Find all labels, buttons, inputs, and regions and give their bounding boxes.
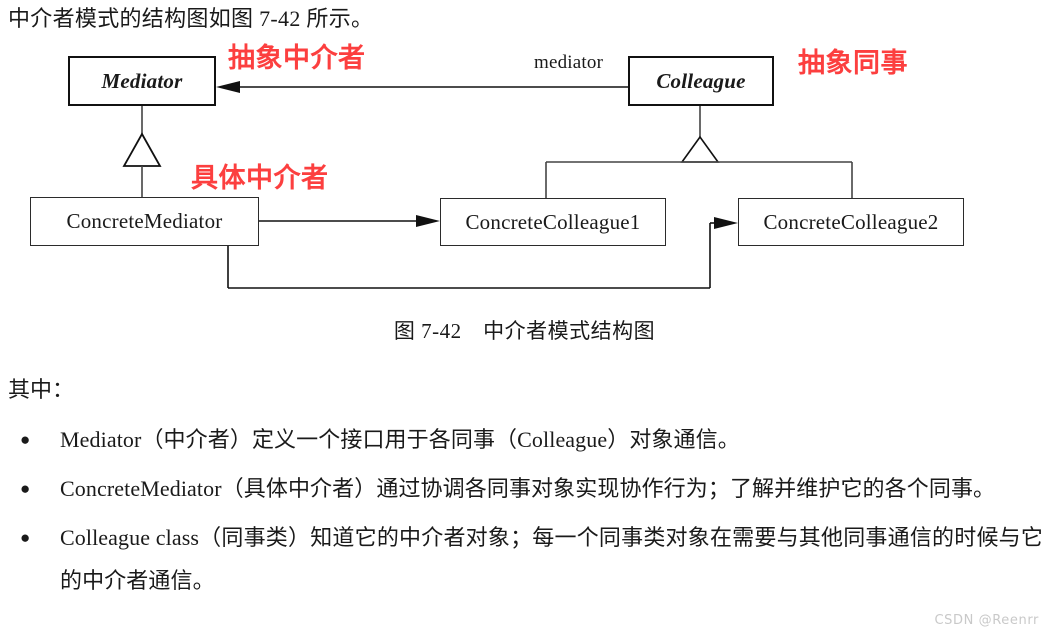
- list-item: ● Colleague class（同事类）知道它的中介者对象；每一个同事类对象…: [8, 516, 1043, 602]
- list-item-text: ConcreteMediator（具体中介者）通过协调各同事对象实现协作行为；了…: [60, 476, 996, 501]
- bullet-marker-icon: ●: [20, 479, 31, 498]
- list-item-text: Mediator（中介者）定义一个接口用于各同事（Colleague）对象通信。: [60, 427, 740, 452]
- figure-caption: 图 7-42 中介者模式结构图: [393, 319, 656, 343]
- document-page: 中介者模式的结构图如图 7-42 所示。 Mediator Colleague …: [0, 0, 1049, 637]
- list-item: ● ConcreteMediator（具体中介者）通过协调各同事对象实现协作行为…: [8, 467, 1043, 510]
- uml-class-concrete-mediator[interactable]: ConcreteMediator: [30, 197, 259, 246]
- annotation-concrete-mediator: 具体中介者: [191, 163, 329, 194]
- association-role-label: mediator: [534, 52, 604, 73]
- annotation-abstract-mediator: 抽象中介者: [228, 43, 366, 74]
- uml-class-mediator[interactable]: Mediator: [68, 56, 216, 106]
- bullet-marker-icon: ●: [20, 528, 31, 547]
- bullet-marker-icon: ●: [20, 430, 31, 449]
- watermark: CSDN @Reenrr: [934, 613, 1039, 628]
- section-label: 其中：: [8, 377, 75, 402]
- uml-class-colleague[interactable]: Colleague: [628, 56, 774, 106]
- annotation-abstract-colleague: 抽象同事: [798, 48, 908, 79]
- uml-class-concrete-colleague2[interactable]: ConcreteColleague2: [738, 198, 964, 246]
- list-item-text: Colleague class（同事类）知道它的中介者对象；每一个同事类对象在需…: [60, 525, 1043, 593]
- uml-class-diagram: Mediator Colleague ConcreteMediator Conc…: [0, 0, 1049, 310]
- bullet-list: ● Mediator（中介者）定义一个接口用于各同事（Colleague）对象通…: [8, 418, 1043, 608]
- list-item: ● Mediator（中介者）定义一个接口用于各同事（Colleague）对象通…: [8, 418, 1043, 461]
- uml-class-concrete-colleague1[interactable]: ConcreteColleague1: [440, 198, 666, 246]
